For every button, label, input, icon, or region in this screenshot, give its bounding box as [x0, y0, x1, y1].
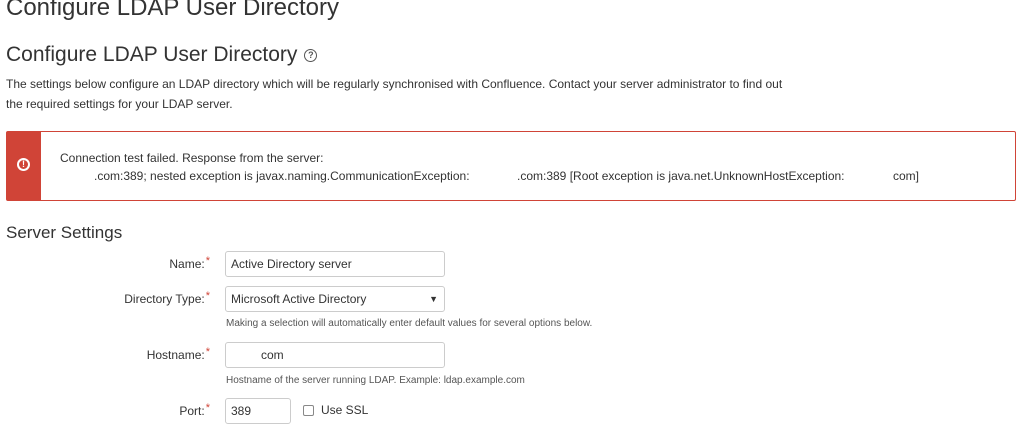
- hostname-input[interactable]: com: [225, 342, 445, 368]
- directory-type-select[interactable]: Microsoft Active Directory ▼: [225, 286, 445, 312]
- use-ssl-label[interactable]: Use SSL: [321, 403, 368, 417]
- error-strip: !: [7, 132, 41, 200]
- use-ssl-checkbox[interactable]: [303, 405, 314, 416]
- server-settings-title: Server Settings: [6, 223, 123, 242]
- name-label-text: Name:: [169, 257, 205, 271]
- port-label-text: Port:: [179, 404, 205, 418]
- error-icon: !: [17, 158, 30, 171]
- name-label: Name:*: [0, 255, 210, 271]
- port-label: Port:*: [0, 402, 210, 418]
- error-line-2-part-1: .com:389; nested exception is javax.nami…: [94, 169, 470, 183]
- hostname-label: Hostname:*: [0, 346, 210, 362]
- hostname-hint: Hostname of the server running LDAP. Exa…: [226, 375, 525, 386]
- hostname-value: com: [261, 348, 284, 362]
- intro-line-2: the required settings for your LDAP serv…: [6, 97, 233, 111]
- required-marker: *: [205, 290, 210, 302]
- page-title: Configure LDAP User Directory: [6, 0, 340, 21]
- help-icon[interactable]: ?: [304, 48, 318, 62]
- port-input[interactable]: 389: [225, 398, 291, 424]
- required-marker: *: [205, 402, 210, 414]
- error-line-2-part-3: com]: [893, 169, 920, 183]
- intro-text: The settings below configure an LDAP dir…: [6, 74, 846, 114]
- error-line-1: Connection test failed. Response from th…: [60, 151, 324, 165]
- hostname-label-text: Hostname:: [146, 348, 205, 362]
- directory-type-value: Microsoft Active Directory: [231, 292, 367, 306]
- section-title: Configure LDAP User Directory ?: [6, 43, 318, 67]
- error-message: ! Connection test failed. Response from …: [6, 131, 1016, 201]
- chevron-down-icon: ▼: [429, 294, 438, 304]
- directory-type-hint: Making a selection will automatically en…: [226, 318, 593, 329]
- required-marker: *: [205, 346, 210, 358]
- directory-type-label-text: Directory Type:: [124, 292, 205, 306]
- intro-line-1: The settings below configure an LDAP dir…: [6, 77, 783, 91]
- required-marker: *: [205, 255, 210, 267]
- name-input[interactable]: Active Directory server: [225, 251, 445, 277]
- directory-type-label: Directory Type:*: [0, 290, 210, 306]
- error-line-2-part-2: .com:389 [Root exception is java.net.Unk…: [517, 169, 845, 183]
- section-title-text: Configure LDAP User Directory: [6, 43, 298, 66]
